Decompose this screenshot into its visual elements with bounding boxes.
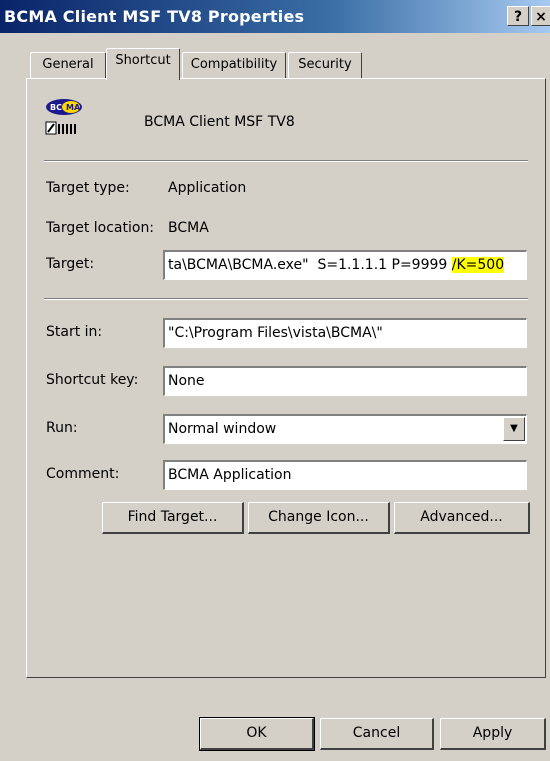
bcma-app-icon: BC MA [45, 99, 82, 135]
window-title: BCMA Client MSF TV8 Properties [4, 7, 305, 26]
cancel-button[interactable]: Cancel [320, 718, 434, 750]
run-select[interactable]: Normal window ▼ [163, 414, 527, 444]
separator [44, 160, 528, 162]
shortcut-name: BCMA Client MSF TV8 [144, 114, 295, 130]
find-target-button[interactable]: Find Target... [102, 502, 244, 534]
help-button[interactable]: ? [507, 6, 529, 26]
target-label: Target: [46, 256, 95, 272]
target-input[interactable]: ta\BCMA\BCMA.exe" S=1.1.1.1 P=9999 /K=50… [163, 250, 527, 280]
svg-text:MA: MA [66, 103, 81, 112]
close-button[interactable]: × [531, 6, 550, 26]
svg-text:BC: BC [50, 103, 62, 112]
tab-compatibility[interactable]: Compatibility [182, 52, 286, 78]
target-type-value: Application [168, 180, 247, 196]
target-location-label: Target location: [46, 220, 155, 236]
start-in-input[interactable]: "C:\Program Files\vista\BCMA\" [163, 318, 527, 348]
run-label: Run: [46, 420, 78, 436]
shortcut-key-input[interactable]: None [163, 366, 527, 396]
target-value: ta\BCMA\BCMA.exe" S=1.1.1.1 P=9999 [168, 257, 452, 273]
apply-button[interactable]: Apply [440, 718, 546, 750]
change-icon-button[interactable]: Change Icon... [248, 502, 390, 534]
target-highlight: /K=500 [451, 257, 505, 273]
tab-general[interactable]: General [30, 52, 106, 78]
comment-input[interactable]: BCMA Application [163, 460, 527, 490]
ok-button[interactable]: OK [199, 717, 315, 751]
target-location-value: BCMA [168, 220, 209, 236]
title-bar: BCMA Client MSF TV8 Properties ? × [0, 0, 550, 33]
separator [44, 298, 528, 300]
tab-security[interactable]: Security [288, 52, 362, 78]
comment-label: Comment: [46, 466, 120, 482]
tab-shortcut[interactable]: Shortcut [106, 48, 180, 80]
advanced-button[interactable]: Advanced... [394, 502, 530, 534]
start-in-label: Start in: [46, 324, 103, 340]
shortcut-key-label: Shortcut key: [46, 372, 139, 388]
run-value: Normal window [168, 421, 277, 437]
chevron-down-icon[interactable]: ▼ [503, 417, 525, 441]
target-type-label: Target type: [46, 180, 130, 196]
